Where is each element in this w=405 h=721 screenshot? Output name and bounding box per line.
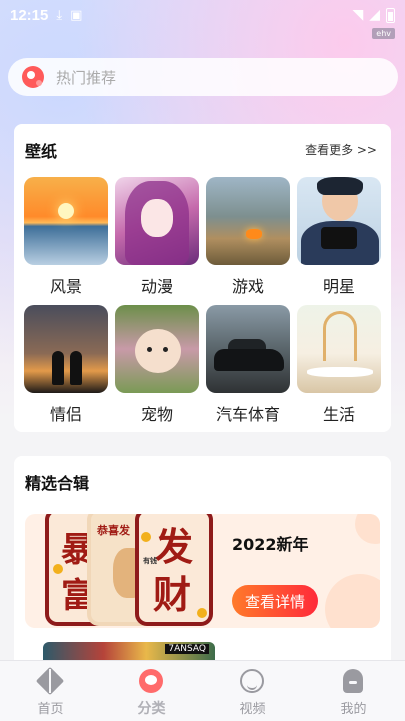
category-icon — [137, 669, 165, 695]
collection-banner[interactable]: 暴 富 恭喜发 发 财 有钱 2022新年 查看详情 — [25, 514, 380, 628]
search-placeholder: 热门推荐 — [56, 68, 117, 87]
game-thumbnail — [206, 177, 290, 265]
couple-thumbnail — [24, 305, 108, 393]
see-more-link[interactable]: 查看更多 >> — [305, 141, 377, 158]
preview-label: 7ANSAQ — [165, 644, 209, 654]
category-celebrity[interactable]: 明星 — [297, 177, 381, 297]
category-label: 动漫 — [140, 277, 173, 296]
category-label: 汽车体育 — [215, 405, 280, 424]
bottom-tab-bar: 首页 分类 视频 我的 — [0, 660, 405, 721]
search-icon — [22, 66, 44, 88]
life-thumbnail — [297, 305, 381, 393]
category-life[interactable]: 生活 — [297, 305, 381, 425]
banner-title: 2022新年 — [232, 535, 309, 554]
tab-label: 视频 — [239, 702, 266, 717]
celebrity-thumbnail — [297, 177, 381, 265]
anime-thumbnail — [115, 177, 199, 265]
car-thumbnail — [206, 305, 290, 393]
status-badge: ehv — [372, 28, 395, 39]
category-car-sports[interactable]: 汽车体育 — [206, 305, 290, 425]
category-couple[interactable]: 情侣 — [24, 305, 108, 425]
tab-video[interactable]: 视频 — [202, 661, 303, 721]
scenery-thumbnail — [24, 177, 108, 265]
diamond-icon — [35, 666, 65, 696]
category-label: 生活 — [322, 405, 355, 424]
tab-label: 首页 — [37, 702, 64, 717]
wifi-icon: ◥ — [352, 7, 364, 23]
profile-icon — [339, 669, 367, 695]
tab-label: 分类 — [137, 701, 166, 717]
category-label: 宠物 — [140, 405, 173, 424]
tab-label: 我的 — [340, 702, 367, 717]
tab-home[interactable]: 首页 — [0, 661, 101, 721]
category-label: 明星 — [322, 277, 355, 296]
pet-thumbnail — [115, 305, 199, 393]
category-pet[interactable]: 宠物 — [115, 305, 199, 425]
view-details-button[interactable]: 查看详情 — [232, 585, 318, 617]
status-right: ◥ ◢ — [352, 7, 395, 23]
category-anime[interactable]: 动漫 — [115, 177, 199, 297]
section-title: 壁纸 — [25, 142, 58, 161]
face-icon — [238, 669, 266, 695]
poster-right: 发 财 有钱 — [135, 514, 213, 626]
section-title: 精选合辑 — [25, 474, 90, 493]
download-icon: ⤓ — [56, 7, 63, 23]
search-bar[interactable]: 热门推荐 — [8, 58, 398, 96]
battery-icon — [386, 7, 395, 23]
status-time: 12:15 — [10, 6, 49, 24]
category-scenery[interactable]: 风景 — [24, 177, 108, 297]
next-collection-preview[interactable]: 7ANSAQ — [43, 642, 215, 662]
category-label: 风景 — [49, 277, 82, 296]
status-bar: 12:15 ⤓ ▣ ◥ ◢ — [0, 0, 405, 30]
category-label: 情侣 — [49, 405, 82, 424]
notification-icon: ▣ — [70, 7, 83, 23]
category-label: 游戏 — [231, 277, 264, 296]
tab-mine[interactable]: 我的 — [303, 661, 404, 721]
tab-category[interactable]: 分类 — [101, 661, 202, 721]
signal-icon: ◢ — [369, 7, 380, 23]
wallpaper-section: 壁纸 查看更多 >> 风景 动漫 游戏 明星 情侣 宠物 汽车体育 生活 — [14, 124, 391, 432]
category-game[interactable]: 游戏 — [206, 177, 290, 297]
